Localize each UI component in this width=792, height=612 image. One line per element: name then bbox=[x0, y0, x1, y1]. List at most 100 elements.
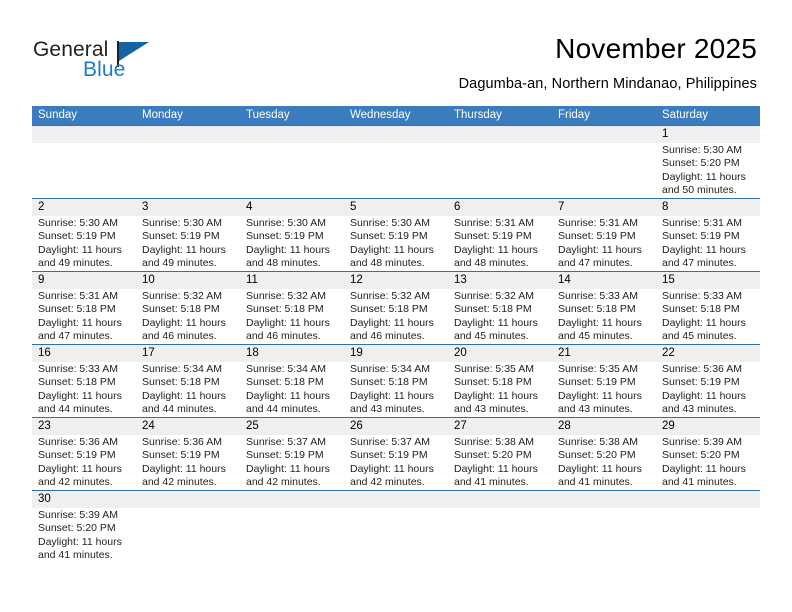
calendar-day-cell[interactable]: 2 Sunrise: 5:30 AM Sunset: 5:19 PM Daylig… bbox=[32, 199, 136, 271]
day-number bbox=[38, 126, 131, 143]
day-number: 22 bbox=[662, 347, 675, 359]
calendar-day-cell[interactable]: 13 Sunrise: 5:32 AM Sunset: 5:18 PM Dayli… bbox=[448, 272, 552, 344]
day-number: 26 bbox=[350, 420, 363, 432]
calendar-day-cell[interactable]: 23 Sunrise: 5:36 AM Sunset: 5:19 PM Dayli… bbox=[32, 418, 136, 490]
day-sun-info: Sunrise: 5:38 AM Sunset: 5:20 PM Dayligh… bbox=[454, 436, 538, 488]
calendar-empty-cell bbox=[136, 491, 240, 563]
day-number bbox=[350, 126, 443, 143]
calendar-day-cell[interactable]: 20 Sunrise: 5:35 AM Sunset: 5:18 PM Dayli… bbox=[448, 345, 552, 417]
day-sun-info: Sunrise: 5:39 AM Sunset: 5:20 PM Dayligh… bbox=[662, 436, 746, 488]
day-number: 18 bbox=[246, 347, 259, 359]
calendar-day-cell[interactable]: 5 Sunrise: 5:30 AM Sunset: 5:19 PM Daylig… bbox=[344, 199, 448, 271]
calendar-day-cell[interactable]: 1 Sunrise: 5:30 AM Sunset: 5:20 PM Daylig… bbox=[656, 126, 760, 198]
calendar-day-cell[interactable]: 22 Sunrise: 5:36 AM Sunset: 5:19 PM Dayli… bbox=[656, 345, 760, 417]
day-number: 1 bbox=[662, 128, 669, 140]
calendar-empty-cell bbox=[552, 126, 656, 198]
day-number: 3 bbox=[142, 201, 149, 213]
calendar-day-cell[interactable]: 8 Sunrise: 5:31 AM Sunset: 5:19 PM Daylig… bbox=[656, 199, 760, 271]
calendar-day-cell[interactable]: 18 Sunrise: 5:34 AM Sunset: 5:18 PM Dayli… bbox=[240, 345, 344, 417]
calendar-day-cell[interactable]: 7 Sunrise: 5:31 AM Sunset: 5:19 PM Daylig… bbox=[552, 199, 656, 271]
calendar-day-cell[interactable]: 11 Sunrise: 5:32 AM Sunset: 5:18 PM Dayli… bbox=[240, 272, 344, 344]
calendar-day-cell[interactable]: 9 Sunrise: 5:31 AM Sunset: 5:18 PM Daylig… bbox=[32, 272, 136, 344]
day-number: 13 bbox=[454, 274, 467, 286]
day-number: 6 bbox=[454, 201, 461, 213]
calendar-day-cell[interactable]: 6 Sunrise: 5:31 AM Sunset: 5:19 PM Daylig… bbox=[448, 199, 552, 271]
day-sun-info: Sunrise: 5:30 AM Sunset: 5:20 PM Dayligh… bbox=[662, 144, 746, 196]
day-sun-info: Sunrise: 5:34 AM Sunset: 5:18 PM Dayligh… bbox=[246, 363, 330, 415]
calendar-empty-cell bbox=[448, 491, 552, 563]
day-number: 7 bbox=[558, 201, 565, 213]
day-sun-info: Sunrise: 5:32 AM Sunset: 5:18 PM Dayligh… bbox=[454, 290, 538, 342]
calendar-weeks: 1 Sunrise: 5:30 AM Sunset: 5:20 PM Daylig… bbox=[32, 125, 760, 563]
day-sun-info: Sunrise: 5:30 AM Sunset: 5:19 PM Dayligh… bbox=[246, 217, 330, 269]
calendar-day-cell[interactable]: 27 Sunrise: 5:38 AM Sunset: 5:20 PM Dayli… bbox=[448, 418, 552, 490]
calendar-day-cell[interactable]: 26 Sunrise: 5:37 AM Sunset: 5:19 PM Dayli… bbox=[344, 418, 448, 490]
calendar-day-cell[interactable]: 10 Sunrise: 5:32 AM Sunset: 5:18 PM Dayli… bbox=[136, 272, 240, 344]
day-sun-info bbox=[454, 143, 547, 144]
day-sun-info bbox=[246, 143, 339, 144]
calendar-day-cell[interactable]: 21 Sunrise: 5:35 AM Sunset: 5:19 PM Dayli… bbox=[552, 345, 656, 417]
title-block: November 2025 Dagumba-an, Northern Minda… bbox=[237, 32, 757, 94]
day-number bbox=[142, 491, 235, 508]
day-sun-info: Sunrise: 5:33 AM Sunset: 5:18 PM Dayligh… bbox=[558, 290, 642, 342]
day-sun-info: Sunrise: 5:36 AM Sunset: 5:19 PM Dayligh… bbox=[142, 436, 226, 488]
day-number: 23 bbox=[38, 420, 51, 432]
day-number bbox=[558, 126, 651, 143]
day-sun-info: Sunrise: 5:32 AM Sunset: 5:18 PM Dayligh… bbox=[350, 290, 434, 342]
calendar-day-cell[interactable]: 4 Sunrise: 5:30 AM Sunset: 5:19 PM Daylig… bbox=[240, 199, 344, 271]
calendar-empty-cell bbox=[656, 491, 760, 563]
day-number bbox=[246, 491, 339, 508]
day-sun-info: Sunrise: 5:30 AM Sunset: 5:19 PM Dayligh… bbox=[38, 217, 122, 269]
day-number: 27 bbox=[454, 420, 467, 432]
day-sun-info: Sunrise: 5:36 AM Sunset: 5:19 PM Dayligh… bbox=[662, 363, 746, 415]
page-title: November 2025 bbox=[555, 33, 757, 64]
day-number: 12 bbox=[350, 274, 363, 286]
calendar-day-cell[interactable]: 29 Sunrise: 5:39 AM Sunset: 5:20 PM Dayli… bbox=[656, 418, 760, 490]
day-number: 21 bbox=[558, 347, 571, 359]
day-number: 20 bbox=[454, 347, 467, 359]
calendar-day-cell[interactable]: 24 Sunrise: 5:36 AM Sunset: 5:19 PM Dayli… bbox=[136, 418, 240, 490]
day-number: 5 bbox=[350, 201, 357, 213]
day-sun-info bbox=[662, 508, 755, 509]
day-number bbox=[246, 126, 339, 143]
calendar-day-cell[interactable]: 12 Sunrise: 5:32 AM Sunset: 5:18 PM Dayli… bbox=[344, 272, 448, 344]
day-sun-info bbox=[350, 143, 443, 144]
calendar-day-cell[interactable]: 15 Sunrise: 5:33 AM Sunset: 5:18 PM Dayli… bbox=[656, 272, 760, 344]
day-sun-info bbox=[558, 143, 651, 144]
day-number: 25 bbox=[246, 420, 259, 432]
day-number: 19 bbox=[350, 347, 363, 359]
day-sun-info bbox=[454, 508, 547, 509]
general-blue-logo[interactable]: General Blue bbox=[33, 38, 233, 90]
calendar-day-cell[interactable]: 30 Sunrise: 5:39 AM Sunset: 5:20 PM Dayli… bbox=[32, 491, 136, 563]
calendar-day-cell[interactable]: 28 Sunrise: 5:38 AM Sunset: 5:20 PM Dayli… bbox=[552, 418, 656, 490]
day-sun-info bbox=[350, 508, 443, 509]
calendar-day-cell[interactable]: 14 Sunrise: 5:33 AM Sunset: 5:18 PM Dayli… bbox=[552, 272, 656, 344]
calendar-empty-cell bbox=[240, 126, 344, 198]
day-sun-info: Sunrise: 5:31 AM Sunset: 5:19 PM Dayligh… bbox=[662, 217, 746, 269]
calendar-empty-cell bbox=[344, 491, 448, 563]
day-number: 15 bbox=[662, 274, 675, 286]
weekday-header-tuesday: Tuesday bbox=[246, 109, 290, 121]
day-sun-info: Sunrise: 5:31 AM Sunset: 5:19 PM Dayligh… bbox=[558, 217, 642, 269]
day-sun-info bbox=[142, 143, 235, 144]
day-sun-info bbox=[142, 508, 235, 509]
calendar-day-cell[interactable]: 16 Sunrise: 5:33 AM Sunset: 5:18 PM Dayli… bbox=[32, 345, 136, 417]
day-sun-info: Sunrise: 5:31 AM Sunset: 5:18 PM Dayligh… bbox=[38, 290, 122, 342]
day-sun-info: Sunrise: 5:34 AM Sunset: 5:18 PM Dayligh… bbox=[350, 363, 434, 415]
calendar-day-cell[interactable]: 25 Sunrise: 5:37 AM Sunset: 5:19 PM Dayli… bbox=[240, 418, 344, 490]
calendar-day-cell[interactable]: 3 Sunrise: 5:30 AM Sunset: 5:19 PM Daylig… bbox=[136, 199, 240, 271]
calendar-week-row: 16 Sunrise: 5:33 AM Sunset: 5:18 PM Dayli… bbox=[32, 344, 760, 417]
calendar-day-cell[interactable]: 19 Sunrise: 5:34 AM Sunset: 5:18 PM Dayli… bbox=[344, 345, 448, 417]
weekday-header-thursday: Thursday bbox=[454, 109, 502, 121]
calendar-week-row: 30 Sunrise: 5:39 AM Sunset: 5:20 PM Dayli… bbox=[32, 490, 760, 563]
calendar-empty-cell bbox=[344, 126, 448, 198]
day-sun-info: Sunrise: 5:38 AM Sunset: 5:20 PM Dayligh… bbox=[558, 436, 642, 488]
day-sun-info bbox=[558, 508, 651, 509]
calendar-day-cell[interactable]: 17 Sunrise: 5:34 AM Sunset: 5:18 PM Dayli… bbox=[136, 345, 240, 417]
day-number bbox=[662, 491, 755, 508]
calendar-week-row: 2 Sunrise: 5:30 AM Sunset: 5:19 PM Daylig… bbox=[32, 198, 760, 271]
day-number bbox=[350, 491, 443, 508]
day-number bbox=[558, 491, 651, 508]
day-number: 29 bbox=[662, 420, 675, 432]
day-sun-info: Sunrise: 5:35 AM Sunset: 5:19 PM Dayligh… bbox=[558, 363, 642, 415]
